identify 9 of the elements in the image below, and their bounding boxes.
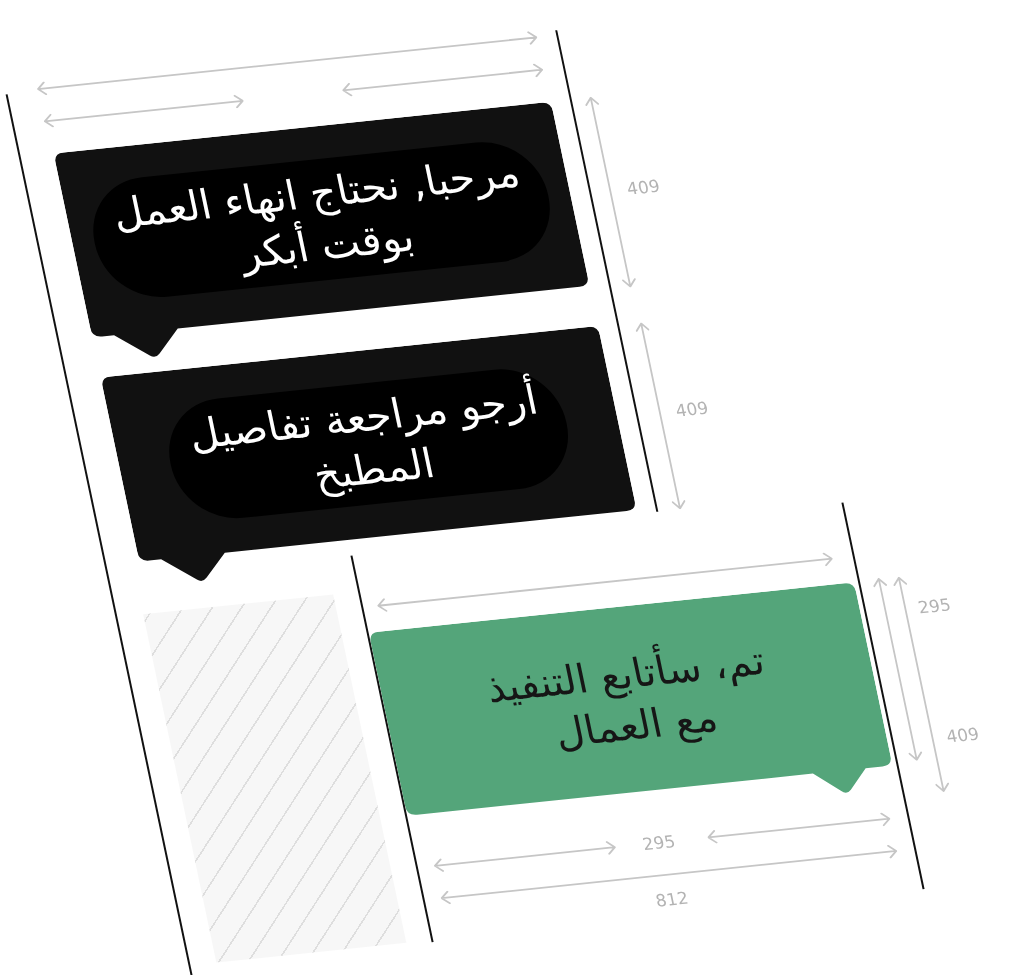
dimension-label: 409 [674, 399, 710, 420]
dimension-label: 409 [944, 725, 981, 746]
message-text: تم، سأتابع التنفيذ مع العمال [481, 635, 770, 758]
dimension-label: 295 [641, 833, 677, 854]
message-text: مرحبا, نحتاج انهاء العمل بوقت أبكر [107, 147, 525, 280]
message-text: أرجو مراجعة تفاصيل المطبخ [183, 373, 543, 501]
dimension-label: 295 [916, 596, 953, 617]
dimension-label: 409 [625, 177, 662, 198]
dimension-label: 812 [654, 889, 690, 910]
